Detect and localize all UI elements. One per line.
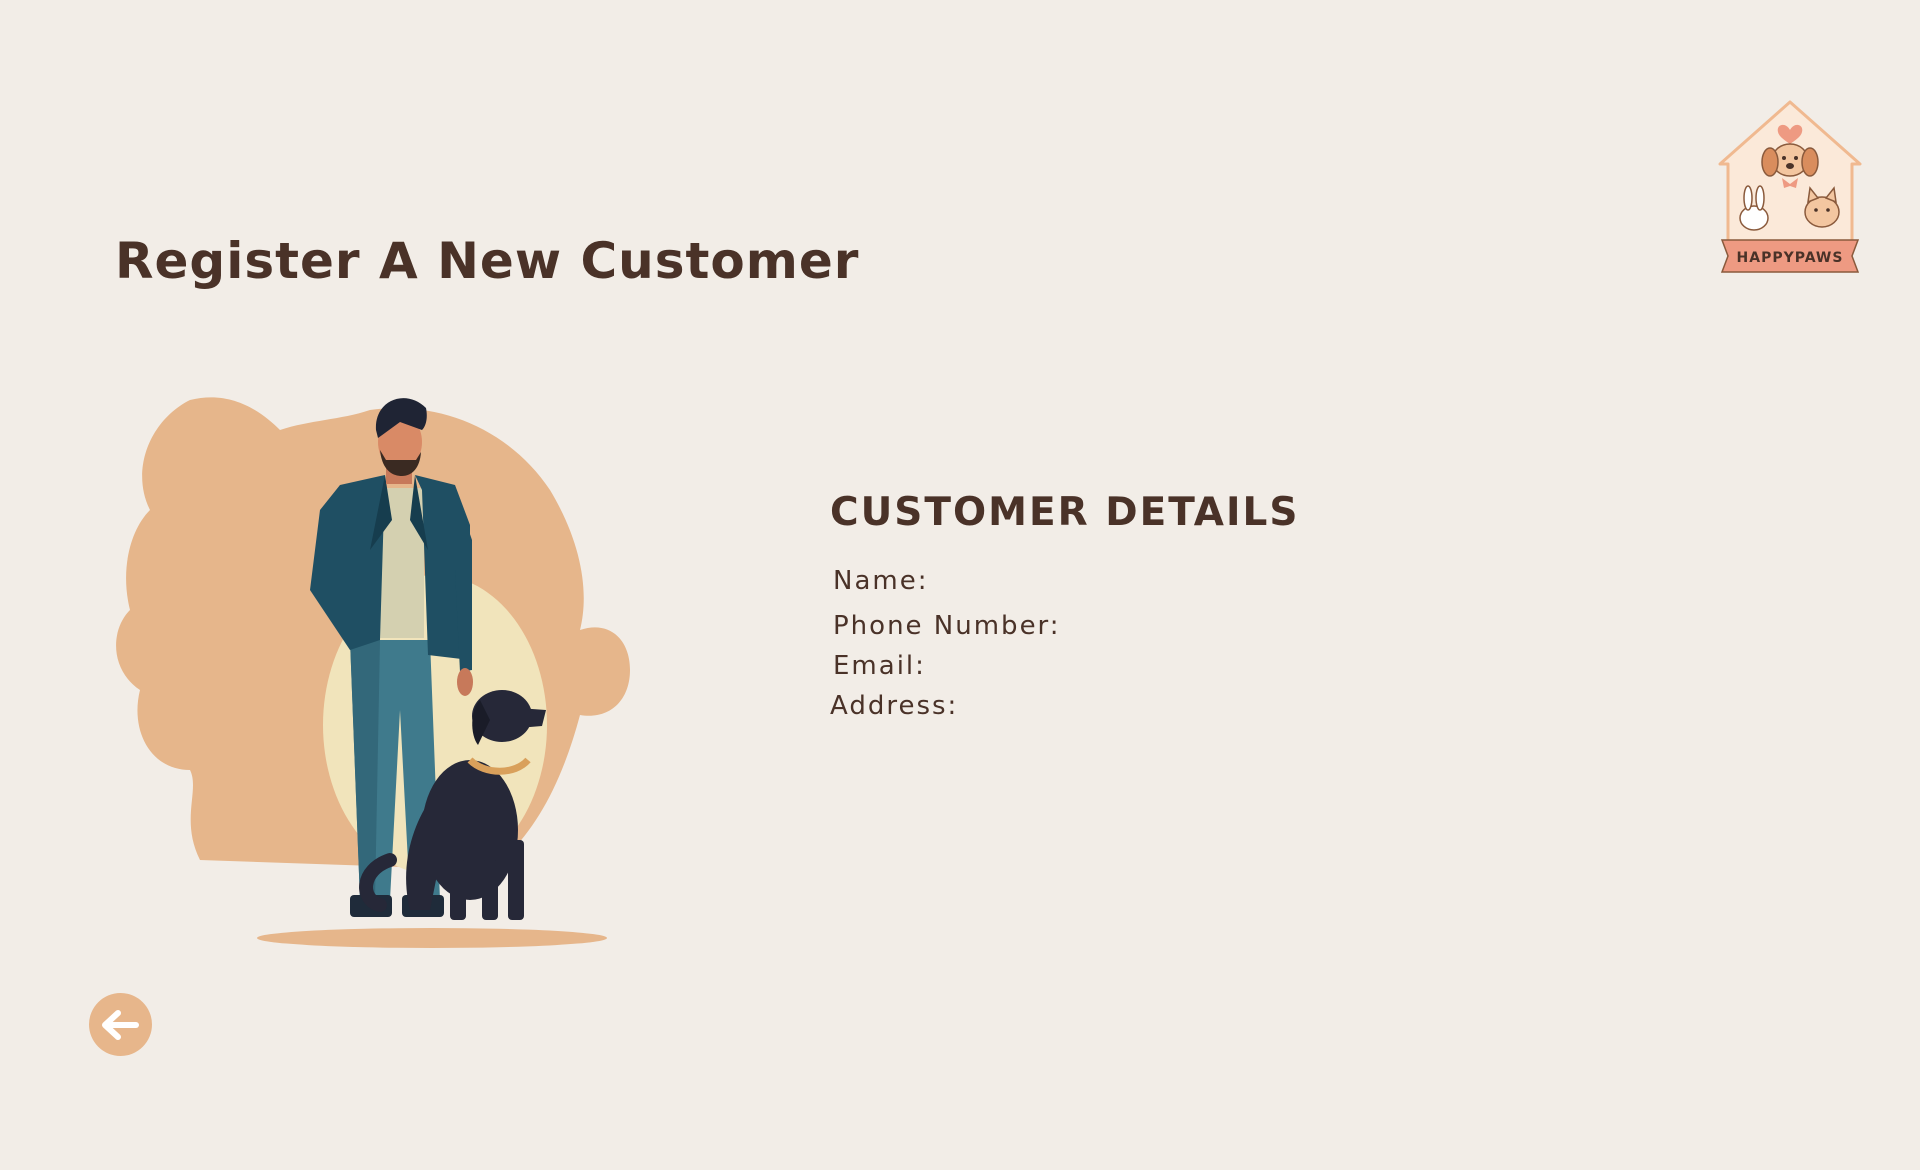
pet-house-logo-icon: HAPPYPAWS — [1718, 100, 1862, 273]
page-title: Register A New Customer — [115, 232, 860, 290]
phone-number-label: Phone Number: — [833, 611, 1061, 641]
arrow-left-icon — [101, 1009, 139, 1040]
customer-details-title: CUSTOMER DETAILS — [830, 490, 1300, 535]
man-with-dog-illustration — [110, 390, 710, 960]
page: Register A New Customer HAPPYPAWS CUSTOM… — [0, 0, 1920, 1170]
email-label: Email: — [833, 651, 926, 681]
name-label: Name: — [833, 566, 929, 596]
logo-text: HAPPYPAWS — [1737, 250, 1844, 266]
happypaws-logo: HAPPYPAWS — [1716, 96, 1864, 276]
address-label: Address: — [830, 691, 959, 721]
back-button[interactable] — [89, 993, 152, 1056]
